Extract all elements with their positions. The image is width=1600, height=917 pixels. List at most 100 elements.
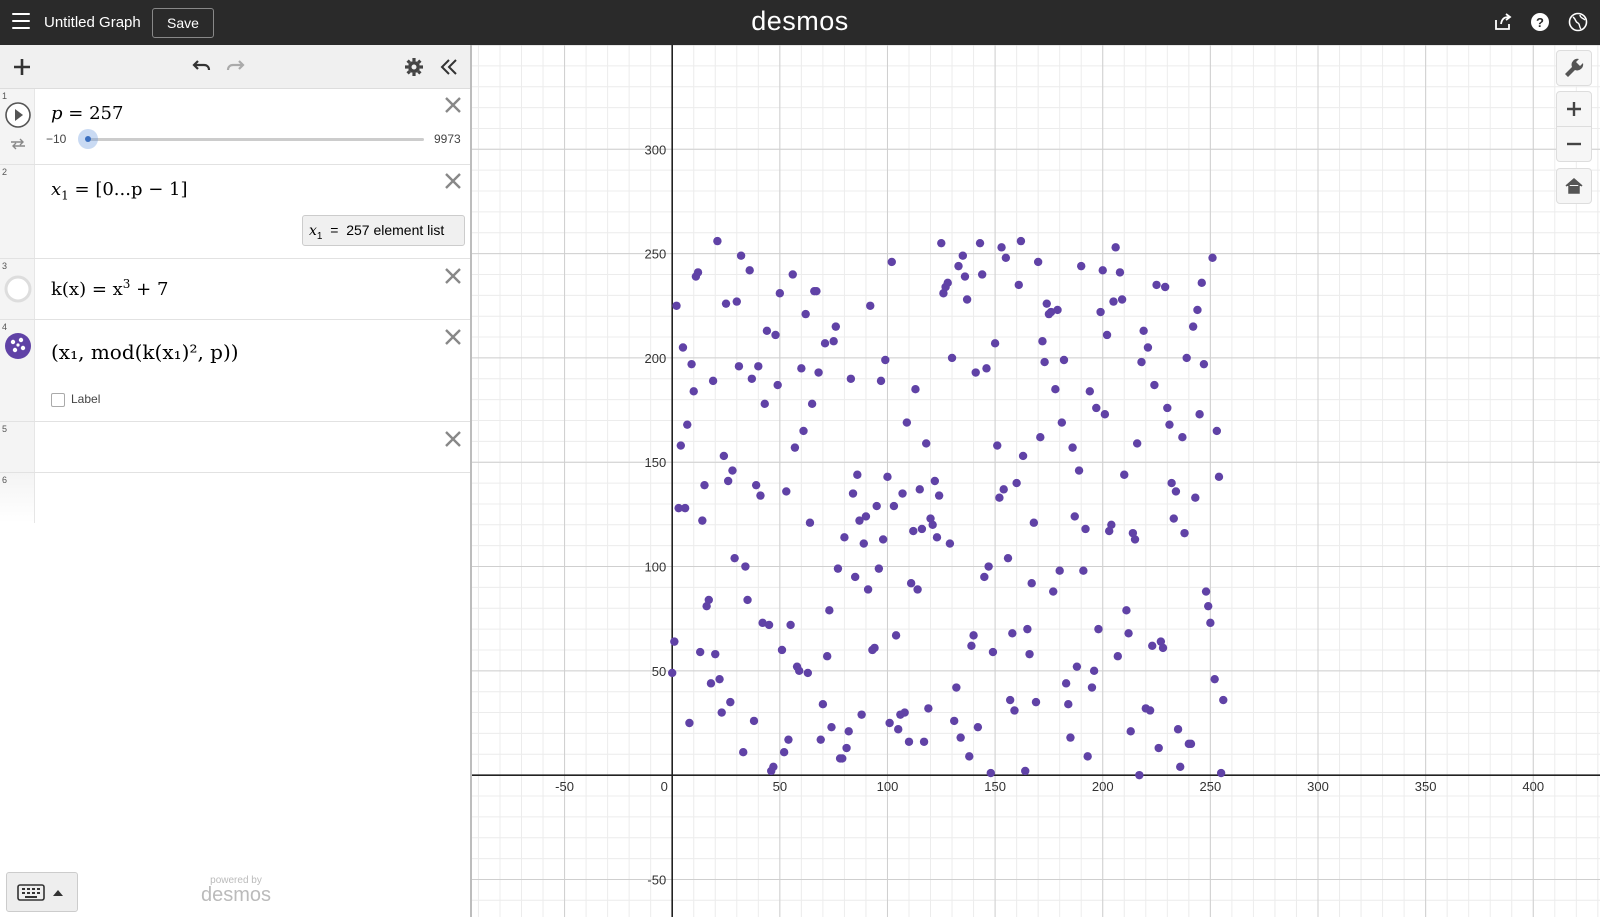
data-point bbox=[988, 647, 998, 657]
x-tick-label: 300 bbox=[1307, 779, 1329, 794]
data-point bbox=[943, 278, 952, 288]
save-button[interactable]: Save bbox=[152, 8, 214, 38]
data-point bbox=[919, 737, 929, 746]
y-tick-label: 150 bbox=[644, 455, 666, 470]
menu-icon[interactable] bbox=[12, 13, 30, 29]
delete-expression-icon[interactable] bbox=[442, 326, 464, 348]
data-point bbox=[952, 683, 961, 692]
data-point bbox=[717, 708, 726, 717]
data-point bbox=[1180, 528, 1189, 538]
expression-panel: 1 p = 257 −10 9973 2 x1 = [0...p − 1] x1… bbox=[0, 45, 472, 917]
data-point bbox=[1201, 587, 1211, 596]
data-point bbox=[822, 652, 832, 661]
data-point bbox=[807, 399, 817, 409]
slider[interactable]: −10 9973 bbox=[44, 129, 464, 149]
data-point bbox=[1025, 649, 1034, 659]
zoom-out-button[interactable] bbox=[1556, 126, 1592, 162]
data-point bbox=[995, 493, 1004, 502]
add-expression-icon[interactable] bbox=[10, 55, 34, 79]
keyboard-toggle-button[interactable] bbox=[6, 872, 78, 912]
data-point bbox=[911, 385, 920, 394]
data-point bbox=[982, 364, 991, 373]
data-point bbox=[797, 364, 806, 373]
play-icon[interactable] bbox=[4, 101, 32, 129]
data-point bbox=[1070, 512, 1079, 521]
expression-gutter: 2 bbox=[0, 165, 35, 258]
expression-row-6[interactable]: 6 bbox=[0, 473, 470, 523]
data-point bbox=[1132, 439, 1142, 448]
x-tick-label: 250 bbox=[1200, 779, 1222, 794]
data-point bbox=[900, 708, 909, 717]
data-point bbox=[795, 666, 804, 676]
data-point bbox=[1115, 268, 1125, 277]
line-number: 1 bbox=[2, 91, 8, 101]
slider-thumb[interactable] bbox=[78, 129, 98, 149]
help-icon[interactable]: ? bbox=[1530, 12, 1550, 32]
data-point bbox=[894, 725, 903, 734]
data-point bbox=[827, 722, 836, 732]
slider-min[interactable]: −10 bbox=[46, 132, 66, 146]
data-point bbox=[889, 501, 899, 511]
expression-math-1[interactable]: p = 257 bbox=[51, 103, 123, 124]
expression-row-2[interactable]: 2 x1 = [0...p − 1] x1 = 257 element list bbox=[0, 165, 470, 259]
data-point bbox=[1188, 322, 1198, 331]
data-point bbox=[876, 376, 886, 386]
graph-settings-button[interactable] bbox=[1556, 50, 1592, 86]
collapse-panel-icon[interactable] bbox=[437, 55, 461, 79]
data-point bbox=[689, 387, 698, 396]
data-point bbox=[698, 516, 707, 525]
default-viewport-button[interactable] bbox=[1556, 168, 1592, 204]
data-point bbox=[866, 301, 875, 310]
delete-expression-icon[interactable] bbox=[442, 94, 464, 116]
data-point bbox=[1124, 629, 1133, 638]
settings-gear-icon[interactable] bbox=[402, 55, 426, 79]
data-point bbox=[685, 718, 694, 728]
data-point bbox=[934, 491, 944, 500]
hidden-graph-toggle-icon[interactable] bbox=[4, 275, 32, 303]
delete-expression-icon[interactable] bbox=[442, 265, 464, 287]
data-point bbox=[930, 476, 940, 486]
slider-max[interactable]: 9973 bbox=[434, 132, 461, 146]
data-point bbox=[803, 668, 813, 678]
delete-expression-icon[interactable] bbox=[442, 428, 464, 450]
data-point bbox=[971, 368, 980, 377]
delete-expression-icon[interactable] bbox=[442, 170, 464, 192]
data-point bbox=[1040, 357, 1049, 367]
expression-math-3[interactable]: k(x) = x3 + 7 bbox=[51, 277, 168, 300]
svg-text:?: ? bbox=[1536, 15, 1544, 30]
data-point bbox=[745, 266, 754, 275]
data-point bbox=[909, 526, 918, 536]
expression-math-4[interactable]: (x₁, mod(k(x₁)², p)) bbox=[51, 340, 239, 364]
point-style-icon[interactable] bbox=[4, 332, 32, 360]
data-point bbox=[833, 564, 843, 573]
data-point bbox=[1027, 579, 1036, 588]
zoom-in-button[interactable] bbox=[1556, 91, 1592, 127]
data-point bbox=[708, 376, 718, 386]
expression-row-3[interactable]: 3 k(x) = x3 + 7 bbox=[0, 259, 470, 320]
data-point bbox=[857, 710, 866, 719]
data-point bbox=[861, 512, 871, 521]
graph-title[interactable]: Untitled Graph bbox=[44, 14, 141, 31]
redo-icon[interactable] bbox=[224, 55, 248, 79]
expression-row-4[interactable]: 4 (x₁, mod(k(x₁)², p)) Label bbox=[0, 320, 470, 422]
loop-icon[interactable] bbox=[9, 137, 27, 151]
share-icon[interactable] bbox=[1493, 12, 1513, 32]
data-point bbox=[739, 747, 748, 757]
undo-icon[interactable] bbox=[189, 55, 213, 79]
checkbox-box[interactable] bbox=[51, 392, 65, 407]
graph-plot[interactable]: -50 0 50 100 150 200 250 300 350 400 300 250 200 150 1… bbox=[472, 45, 1600, 917]
data-point bbox=[1085, 387, 1095, 396]
label-checkbox[interactable]: Label bbox=[51, 392, 100, 407]
expression-row-5[interactable]: 5 bbox=[0, 422, 470, 473]
globe-icon[interactable] bbox=[1568, 12, 1588, 32]
slider-track[interactable] bbox=[88, 138, 424, 141]
data-point bbox=[1148, 641, 1157, 651]
list-variable-subscript: 1 bbox=[61, 188, 69, 203]
graph-canvas[interactable]: -50 0 50 100 150 200 250 300 350 400 300 250 200 150 1… bbox=[472, 45, 1600, 917]
expression-row-1[interactable]: 1 p = 257 −10 9973 bbox=[0, 89, 470, 165]
expression-math-2[interactable]: x1 = [0...p − 1] bbox=[51, 179, 188, 203]
function-constant: + 7 bbox=[130, 279, 169, 300]
data-point bbox=[967, 641, 976, 651]
x-tick-label: -50 bbox=[555, 779, 574, 794]
data-point bbox=[1212, 426, 1222, 436]
